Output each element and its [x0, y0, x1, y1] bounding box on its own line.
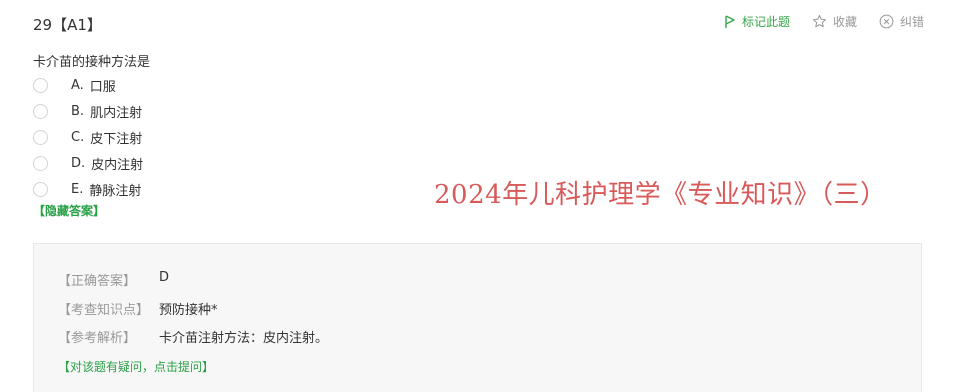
correct-answer-label: 【正确答案】: [58, 274, 137, 289]
favorite-button[interactable]: 收藏: [812, 13, 857, 30]
option-e[interactable]: E. 静脉注射: [33, 176, 143, 202]
radio-button[interactable]: [33, 181, 48, 197]
option-text: 静脉注射: [89, 183, 142, 199]
option-letter: E.: [71, 181, 84, 197]
mark-question-label: 标记此题: [741, 15, 790, 29]
report-error-label: 纠错: [899, 15, 924, 29]
flag-icon: [724, 14, 736, 29]
mark-question-button[interactable]: 标记此题: [724, 13, 790, 30]
option-text: 皮下注射: [90, 131, 143, 147]
option-letter: C.: [71, 129, 85, 145]
option-letter: B.: [71, 103, 85, 119]
option-d[interactable]: D. 皮内注射: [33, 150, 143, 176]
answer-panel: 【正确答案】 D 【考查知识点】 预防接种* 【参考解析】 卡介苗注射方法：皮内…: [33, 243, 922, 392]
knowledge-point-label: 【考查知识点】: [58, 303, 150, 318]
option-c[interactable]: C. 皮下注射: [33, 124, 143, 150]
star-icon: [812, 14, 827, 29]
report-error-button[interactable]: 纠错: [879, 13, 924, 30]
radio-button[interactable]: [33, 103, 48, 119]
analysis-value: 卡介苗注射方法：皮内注射。: [159, 331, 329, 346]
correct-answer-row: 【正确答案】 D: [58, 270, 169, 289]
option-text: 肌内注射: [90, 105, 143, 121]
close-circle-icon: [879, 14, 894, 29]
analysis-row: 【参考解析】 卡介苗注射方法：皮内注射。: [58, 327, 328, 346]
option-b[interactable]: B. 肌内注射: [33, 98, 143, 124]
hide-answer-link[interactable]: 【隐藏答案】: [33, 202, 105, 219]
question-actions: 标记此题 收藏 纠错: [724, 13, 924, 30]
analysis-label: 【参考解析】: [58, 331, 137, 346]
question-stem: 卡介苗的接种方法是: [33, 55, 151, 70]
radio-button[interactable]: [33, 129, 48, 145]
knowledge-point-row: 【考查知识点】 预防接种*: [58, 299, 218, 318]
option-letter: A.: [71, 77, 84, 93]
option-text: 皮内注射: [91, 157, 144, 173]
options-list: A. 口服 B. 肌内注射 C. 皮下注射 D. 皮内注射 E. 静脉注射: [33, 72, 143, 202]
radio-button[interactable]: [33, 77, 48, 93]
option-text: 口服: [89, 79, 116, 95]
ask-question-link[interactable]: 【对该题有疑问，点击提问】: [58, 358, 214, 375]
option-a[interactable]: A. 口服: [33, 72, 143, 98]
question-number: 29【A1】: [33, 16, 102, 34]
watermark-title: 2024年儿科护理学《专业知识》（三）: [434, 180, 887, 210]
radio-button[interactable]: [33, 155, 48, 171]
correct-answer-value: D: [159, 270, 170, 285]
knowledge-point-value: 预防接种*: [159, 303, 218, 318]
option-letter: D.: [71, 155, 86, 171]
favorite-label: 收藏: [832, 15, 857, 29]
